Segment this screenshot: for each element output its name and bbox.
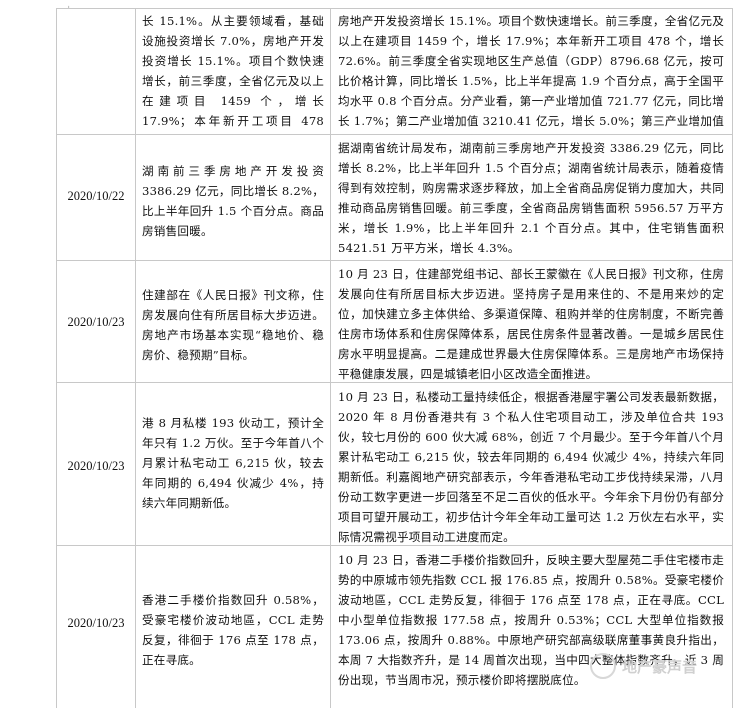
date-cell: 2020/10/23 — [67, 459, 125, 473]
table-row: 2020/10/23 住建部在《人民日报》刊文称，住房发展向住有所居目标大步迈进… — [56, 261, 733, 382]
summary-cell: 长 15.1%。从主要领域看，基础设施投资增长 7.0%，房地产开发投资增长 1… — [142, 14, 324, 128]
summary-cell: 湖南前三季房地产开发投资 3386.29 亿元，同比增长 8.2%，比上半年回升… — [142, 164, 324, 238]
watermark: 地产豪声音 — [590, 646, 730, 686]
summary-cell: 港 8 月私楼 193 伙动工，预计全年只有 1.2 万伙。至于今年首八个月累计… — [142, 416, 324, 510]
detail-cell: 10 月 23 日，私楼动工量持续低企，根据香港屋宇署公司发表最新数据，2020… — [338, 390, 724, 543]
detail-cell: 10 月 23 日，住建部党组书记、部长王蒙徽在《人民日报》刊文称，住房发展向住… — [338, 267, 724, 380]
table-row: 2020/10/23 港 8 月私楼 193 伙动工，预计全年只有 1.2 万伙… — [56, 383, 733, 545]
detail-cell: 房地产开发投资增长 15.1%。项目个数快速增长。前三季度，全省亿元及以上在建项… — [338, 14, 724, 128]
summary-cell: 香港二手楼价指数回升 0.58%，受豪宅楼价波动地區，CCL 走势反复，徘徊于 … — [142, 593, 324, 667]
watermark-logo-icon — [590, 653, 616, 679]
table-row: 长 15.1%。从主要领域看，基础设施投资增长 7.0%，房地产开发投资增长 1… — [56, 8, 733, 134]
summary-cell: 住建部在《人民日报》刊文称，住房发展向住有所居目标大步迈进。房地产市场基本实现“… — [142, 288, 324, 362]
date-cell: 2020/10/23 — [67, 616, 125, 630]
table-row: 2020/10/22 湖南前三季房地产开发投资 3386.29 亿元，同比增长 … — [56, 135, 733, 260]
detail-cell: 据湖南省统计局发布，湖南前三季房地产开发投资 3386.29 亿元，同比增长 8… — [338, 141, 724, 255]
date-cell: 2020/10/22 — [67, 189, 125, 203]
date-cell: 2020/10/23 — [67, 315, 125, 329]
news-table: 长 15.1%。从主要领域看，基础设施投资增长 7.0%，房地产开发投资增长 1… — [56, 8, 733, 708]
watermark-text: 地产豪声音 — [622, 657, 698, 676]
